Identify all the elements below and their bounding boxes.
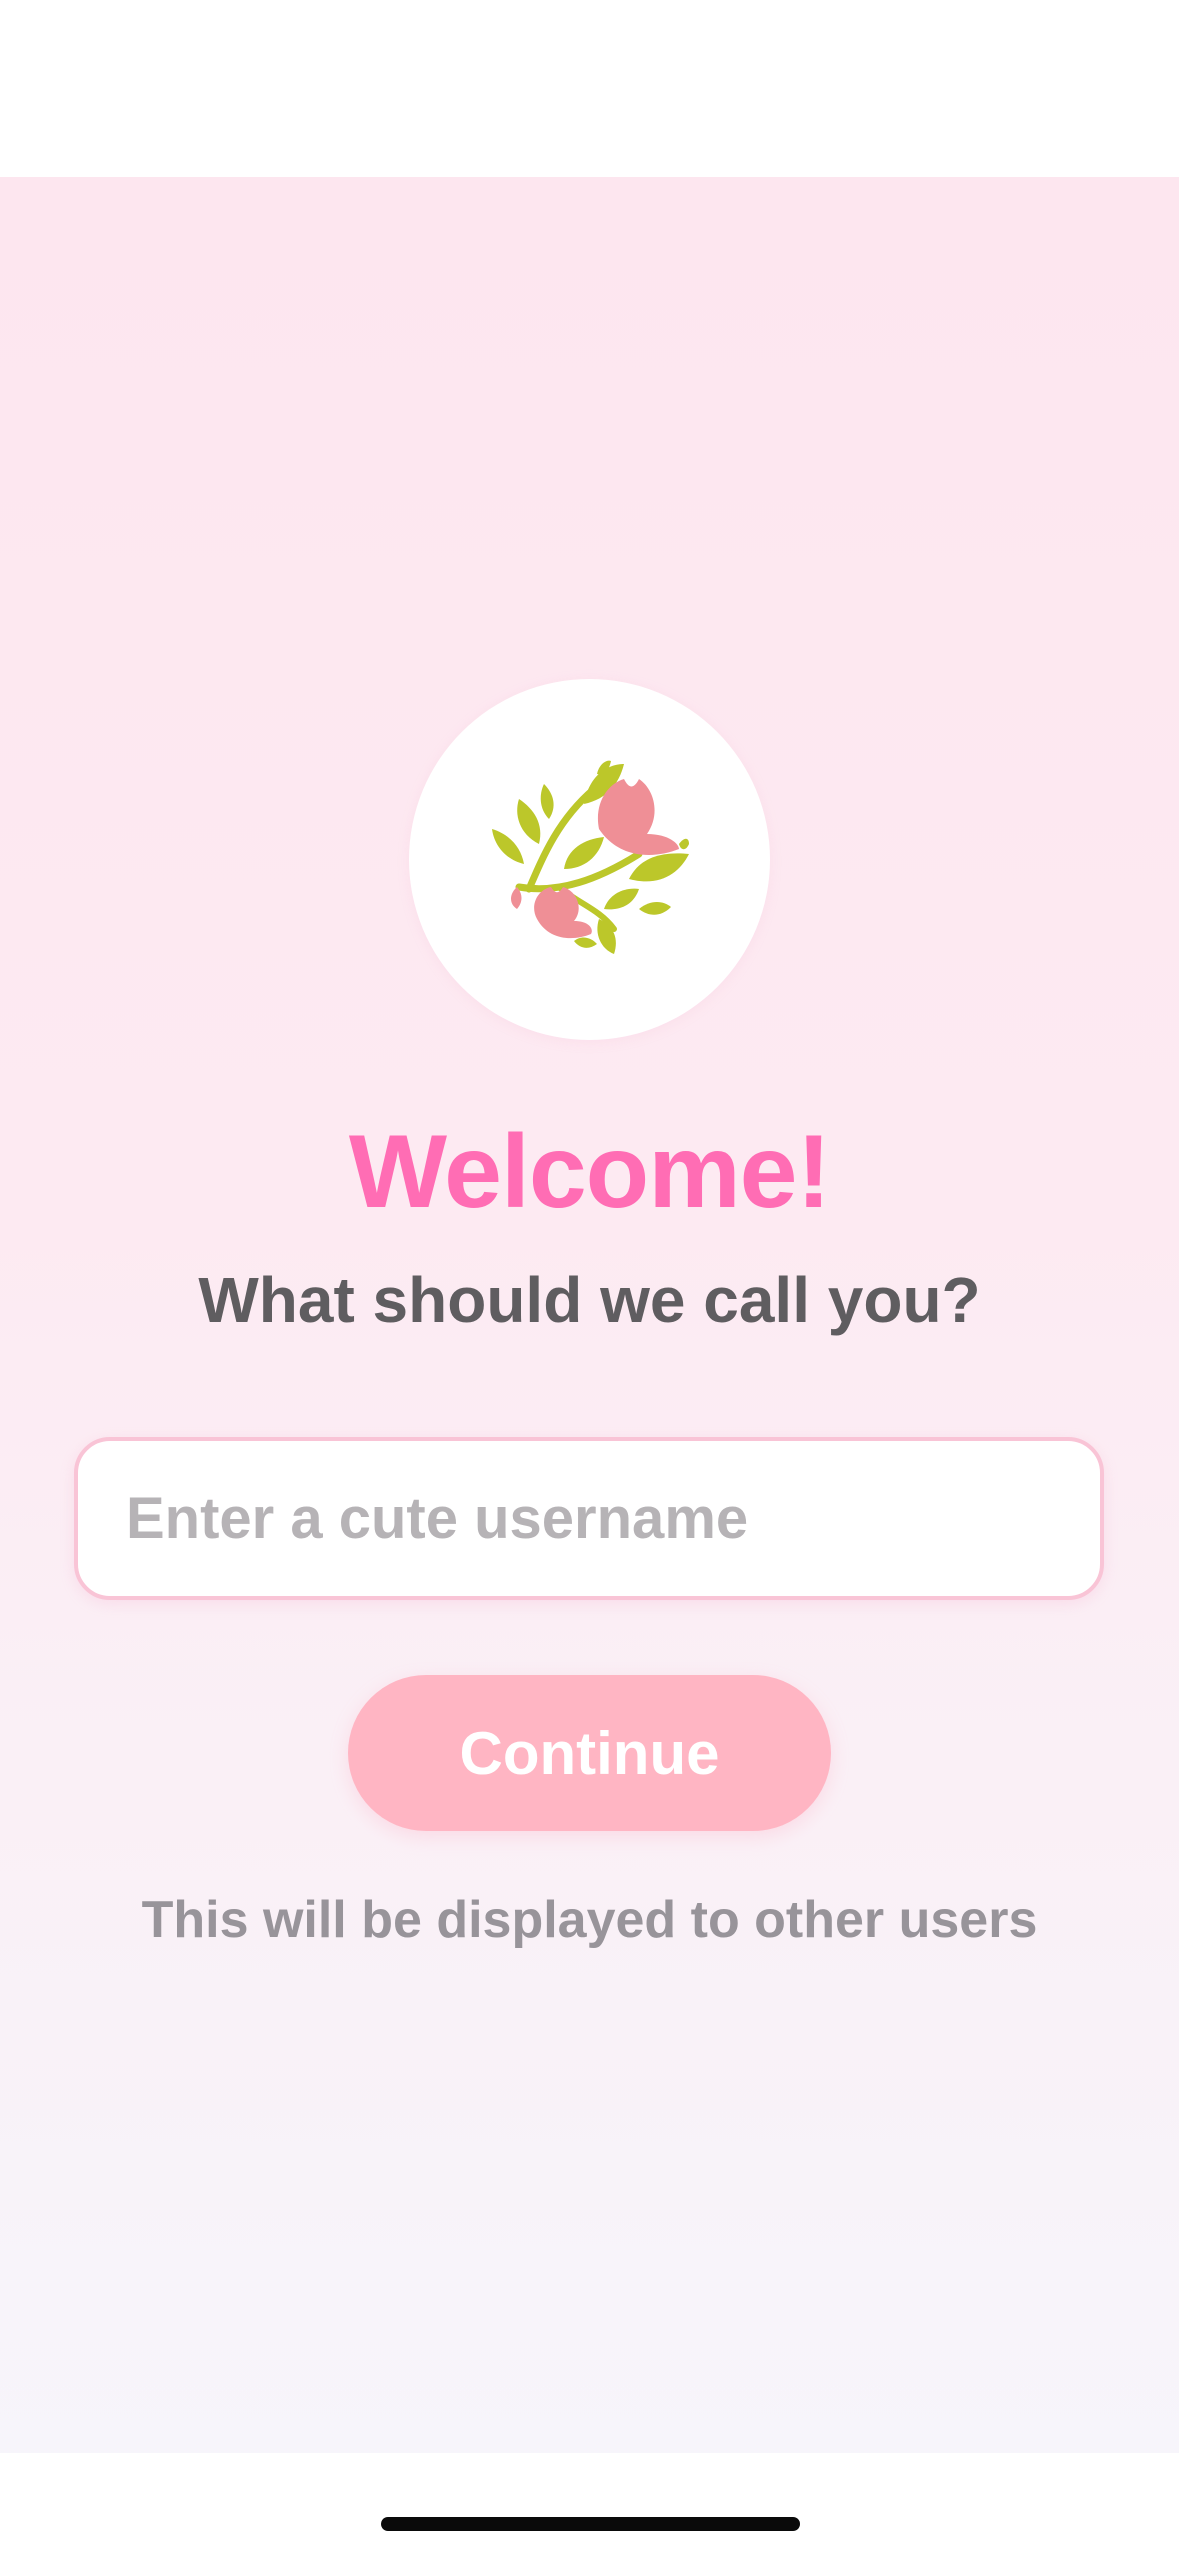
status-bar — [0, 0, 1179, 177]
subtitle: What should we call you? — [198, 1264, 981, 1336]
home-indicator[interactable] — [381, 2517, 800, 2531]
username-input[interactable] — [74, 1437, 1104, 1600]
app-logo — [409, 679, 770, 1040]
welcome-title: Welcome! — [348, 1114, 831, 1230]
continue-button[interactable]: Continue — [348, 1675, 831, 1831]
helper-text: This will be displayed to other users — [141, 1891, 1038, 1949]
floral-wreath-icon — [492, 760, 689, 954]
bottom-safe-area — [0, 2453, 1179, 2556]
